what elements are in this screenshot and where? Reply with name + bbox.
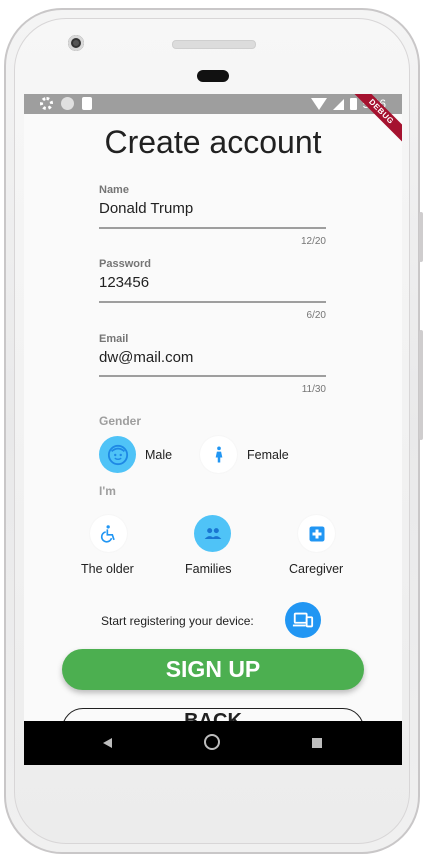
status-bar: 5:46 bbox=[24, 94, 402, 114]
gender-label: Gender bbox=[99, 414, 142, 428]
medical-cross-icon bbox=[309, 526, 324, 541]
password-underline bbox=[99, 301, 326, 303]
password-field[interactable]: Password 123456 6/20 bbox=[99, 258, 326, 321]
earpiece-speaker bbox=[172, 40, 256, 49]
register-device-prompt: Start registering your device: bbox=[101, 614, 254, 628]
nav-back-icon[interactable] bbox=[103, 738, 112, 748]
app-screen: 5:46 DEBUG Create account Name Donald Tr… bbox=[24, 94, 402, 765]
name-input[interactable]: Donald Trump bbox=[99, 200, 326, 217]
wifi-icon bbox=[310, 98, 327, 110]
battery-icon bbox=[349, 98, 357, 110]
sync-circle-icon bbox=[61, 97, 74, 110]
android-nav-bar bbox=[24, 721, 402, 765]
gender-female-option[interactable] bbox=[200, 436, 237, 473]
gender-female-label[interactable]: Female bbox=[247, 448, 289, 462]
settings-gear-icon bbox=[40, 97, 53, 110]
volume-button bbox=[419, 330, 423, 440]
role-caregiver-option[interactable] bbox=[298, 515, 335, 552]
role-families-option[interactable] bbox=[194, 515, 231, 552]
woman-icon bbox=[215, 446, 222, 462]
sd-card-icon bbox=[82, 97, 92, 110]
gender-male-option[interactable] bbox=[99, 436, 136, 473]
name-underline bbox=[99, 227, 326, 229]
email-counter: 11/30 bbox=[301, 384, 326, 395]
email-field[interactable]: Email dw@mail.com 11/30 bbox=[99, 333, 326, 395]
wheelchair-icon bbox=[100, 524, 115, 543]
password-label: Password bbox=[99, 258, 151, 270]
nav-home-icon[interactable] bbox=[204, 734, 220, 750]
email-underline bbox=[99, 375, 326, 377]
signup-button[interactable]: SIGN UP bbox=[62, 649, 364, 690]
email-input[interactable]: dw@mail.com bbox=[99, 349, 326, 366]
email-label: Email bbox=[99, 333, 129, 345]
people-icon bbox=[204, 527, 221, 539]
boy-face-icon bbox=[107, 444, 128, 465]
gender-male-label[interactable]: Male bbox=[145, 448, 172, 462]
register-device-button[interactable] bbox=[285, 602, 321, 638]
name-label: Name bbox=[99, 184, 129, 196]
password-input[interactable]: 123456 bbox=[99, 274, 326, 291]
power-button bbox=[419, 212, 423, 262]
role-caregiver-label[interactable]: Caregiver bbox=[289, 562, 343, 576]
role-families-label[interactable]: Families bbox=[185, 562, 232, 576]
name-field[interactable]: Name Donald Trump 12/20 bbox=[99, 184, 326, 247]
cell-signal-icon bbox=[332, 98, 344, 110]
role-label: I'm bbox=[99, 484, 116, 498]
devices-icon bbox=[292, 612, 314, 628]
password-counter: 6/20 bbox=[306, 310, 326, 321]
page-title: Create account bbox=[104, 124, 322, 160]
role-older-option[interactable] bbox=[90, 515, 127, 552]
name-counter: 12/20 bbox=[300, 236, 326, 247]
proximity-sensor bbox=[197, 70, 229, 82]
front-camera-icon bbox=[68, 35, 84, 51]
role-older-label[interactable]: The older bbox=[81, 562, 134, 576]
nav-recent-apps-icon[interactable] bbox=[312, 738, 322, 748]
